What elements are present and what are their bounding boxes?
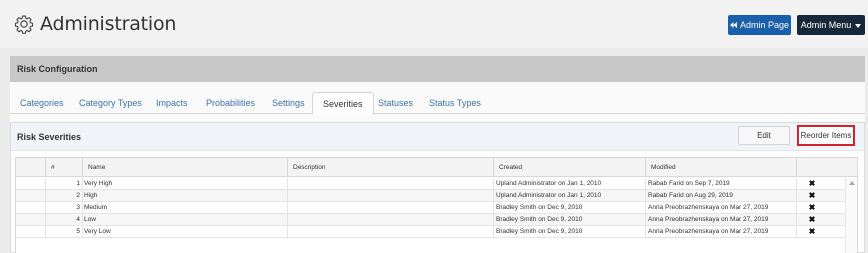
- table-row[interactable]: 2 High Upland Administrator on Jan 1, 20…: [16, 190, 857, 202]
- row-name: Very High: [83, 178, 288, 190]
- delete-icon[interactable]: ✖: [797, 202, 827, 214]
- drag-cell: [16, 190, 46, 202]
- risk-severities-card: Risk Severities Edit Reorder Items # Nam…: [10, 122, 865, 253]
- admin-page-label: Admin Page: [739, 20, 790, 30]
- drag-cell: [16, 202, 46, 214]
- table-row[interactable]: 3 Medium Bradley Smith on Dec 9, 2010 An…: [16, 202, 857, 214]
- top-header: Administration Admin Page Admin Menu: [0, 0, 868, 48]
- gear-icon: [14, 15, 34, 34]
- card-title: Risk Severities: [17, 132, 82, 142]
- tab-probabilities[interactable]: Probabilities: [206, 98, 255, 108]
- card-header: Risk Severities Edit Reorder Items: [11, 123, 864, 151]
- double-chevron-left-icon: [729, 22, 737, 28]
- row-description: [288, 190, 494, 202]
- table-row[interactable]: 5 Very Low Bradley Smith on Dec 9, 2010 …: [16, 226, 857, 238]
- row-number: 1: [46, 178, 83, 190]
- row-name: High: [83, 190, 288, 202]
- vertical-scrollbar[interactable]: [845, 178, 857, 253]
- tabs-panel: Categories Category Types Impacts Probab…: [10, 82, 865, 253]
- delete-icon[interactable]: ✖: [797, 226, 827, 238]
- row-name: Medium: [83, 202, 288, 214]
- table-header: # Name Description Created Modified: [16, 158, 857, 177]
- column-header-number[interactable]: #: [46, 158, 83, 177]
- caret-down-icon: [855, 23, 862, 28]
- row-created: Bradley Smith on Dec 9, 2010: [494, 202, 646, 214]
- row-description: [288, 178, 494, 190]
- column-header-description[interactable]: Description: [288, 158, 494, 177]
- row-modified: Anna Preobrazhenskaya on Mar 27, 2019: [646, 202, 797, 214]
- tab-status-types[interactable]: Status Types: [429, 98, 481, 108]
- severities-table: # Name Description Created Modified 1 Ve…: [15, 157, 858, 253]
- drag-cell: [16, 214, 46, 226]
- tab-strip: Categories Category Types Impacts Probab…: [10, 92, 865, 115]
- admin-page-button[interactable]: Admin Page: [728, 15, 791, 35]
- row-number: 5: [46, 226, 83, 238]
- row-modified: Rabab Farid on Sep 7, 2019: [646, 178, 797, 190]
- column-header-drag: [16, 158, 46, 177]
- column-header-name[interactable]: Name: [83, 158, 288, 177]
- row-number: 3: [46, 202, 83, 214]
- tab-impacts[interactable]: Impacts: [156, 98, 188, 108]
- drag-cell: [16, 178, 46, 190]
- row-name: Low: [83, 214, 288, 226]
- row-created: Upland Administrator on Jan 1, 2010: [494, 190, 646, 202]
- row-description: [288, 214, 494, 226]
- row-modified: Anna Preobrazhenskaya on Mar 27, 2019: [646, 226, 797, 238]
- column-header-modified[interactable]: Modified: [646, 158, 797, 177]
- delete-icon[interactable]: ✖: [797, 178, 827, 190]
- admin-menu-button[interactable]: Admin Menu: [797, 15, 865, 35]
- row-created: Bradley Smith on Dec 9, 2010: [494, 226, 646, 238]
- row-created: Upland Administrator on Jan 1, 2010: [494, 178, 646, 190]
- table-body: 1 Very High Upland Administrator on Jan …: [16, 178, 857, 238]
- tab-statuses[interactable]: Statuses: [378, 98, 413, 108]
- delete-icon[interactable]: ✖: [797, 214, 827, 226]
- scroll-up-arrow-icon[interactable]: [849, 181, 855, 185]
- row-description: [288, 202, 494, 214]
- row-modified: Rabab Farid on Aug 29, 2019: [646, 190, 797, 202]
- drag-cell: [16, 226, 46, 238]
- risk-configuration-header: Risk Configuration: [10, 56, 865, 82]
- table-row[interactable]: 4 Low Bradley Smith on Dec 9, 2010 Anna …: [16, 214, 857, 226]
- page-title: Administration: [40, 13, 177, 35]
- row-number: 2: [46, 190, 83, 202]
- row-modified: Anna Preobrazhenskaya on Mar 27, 2019: [646, 214, 797, 226]
- row-created: Bradley Smith on Dec 9, 2010: [494, 214, 646, 226]
- section-title: Risk Configuration: [17, 64, 98, 74]
- table-row[interactable]: 1 Very High Upland Administrator on Jan …: [16, 178, 857, 190]
- row-name: Very Low: [83, 226, 288, 238]
- column-header-actions: [797, 158, 857, 177]
- reorder-items-button[interactable]: Reorder Items: [797, 125, 855, 146]
- tab-categories[interactable]: Categories: [20, 98, 64, 108]
- delete-icon[interactable]: ✖: [797, 190, 827, 202]
- row-description: [288, 226, 494, 238]
- row-number: 4: [46, 214, 83, 226]
- admin-menu-label: Admin Menu: [800, 20, 852, 30]
- edit-button[interactable]: Edit: [738, 126, 790, 145]
- tab-settings[interactable]: Settings: [272, 98, 305, 108]
- tab-category-types[interactable]: Category Types: [79, 98, 142, 108]
- tab-severities[interactable]: Severities: [312, 92, 374, 115]
- column-header-created[interactable]: Created: [494, 158, 646, 177]
